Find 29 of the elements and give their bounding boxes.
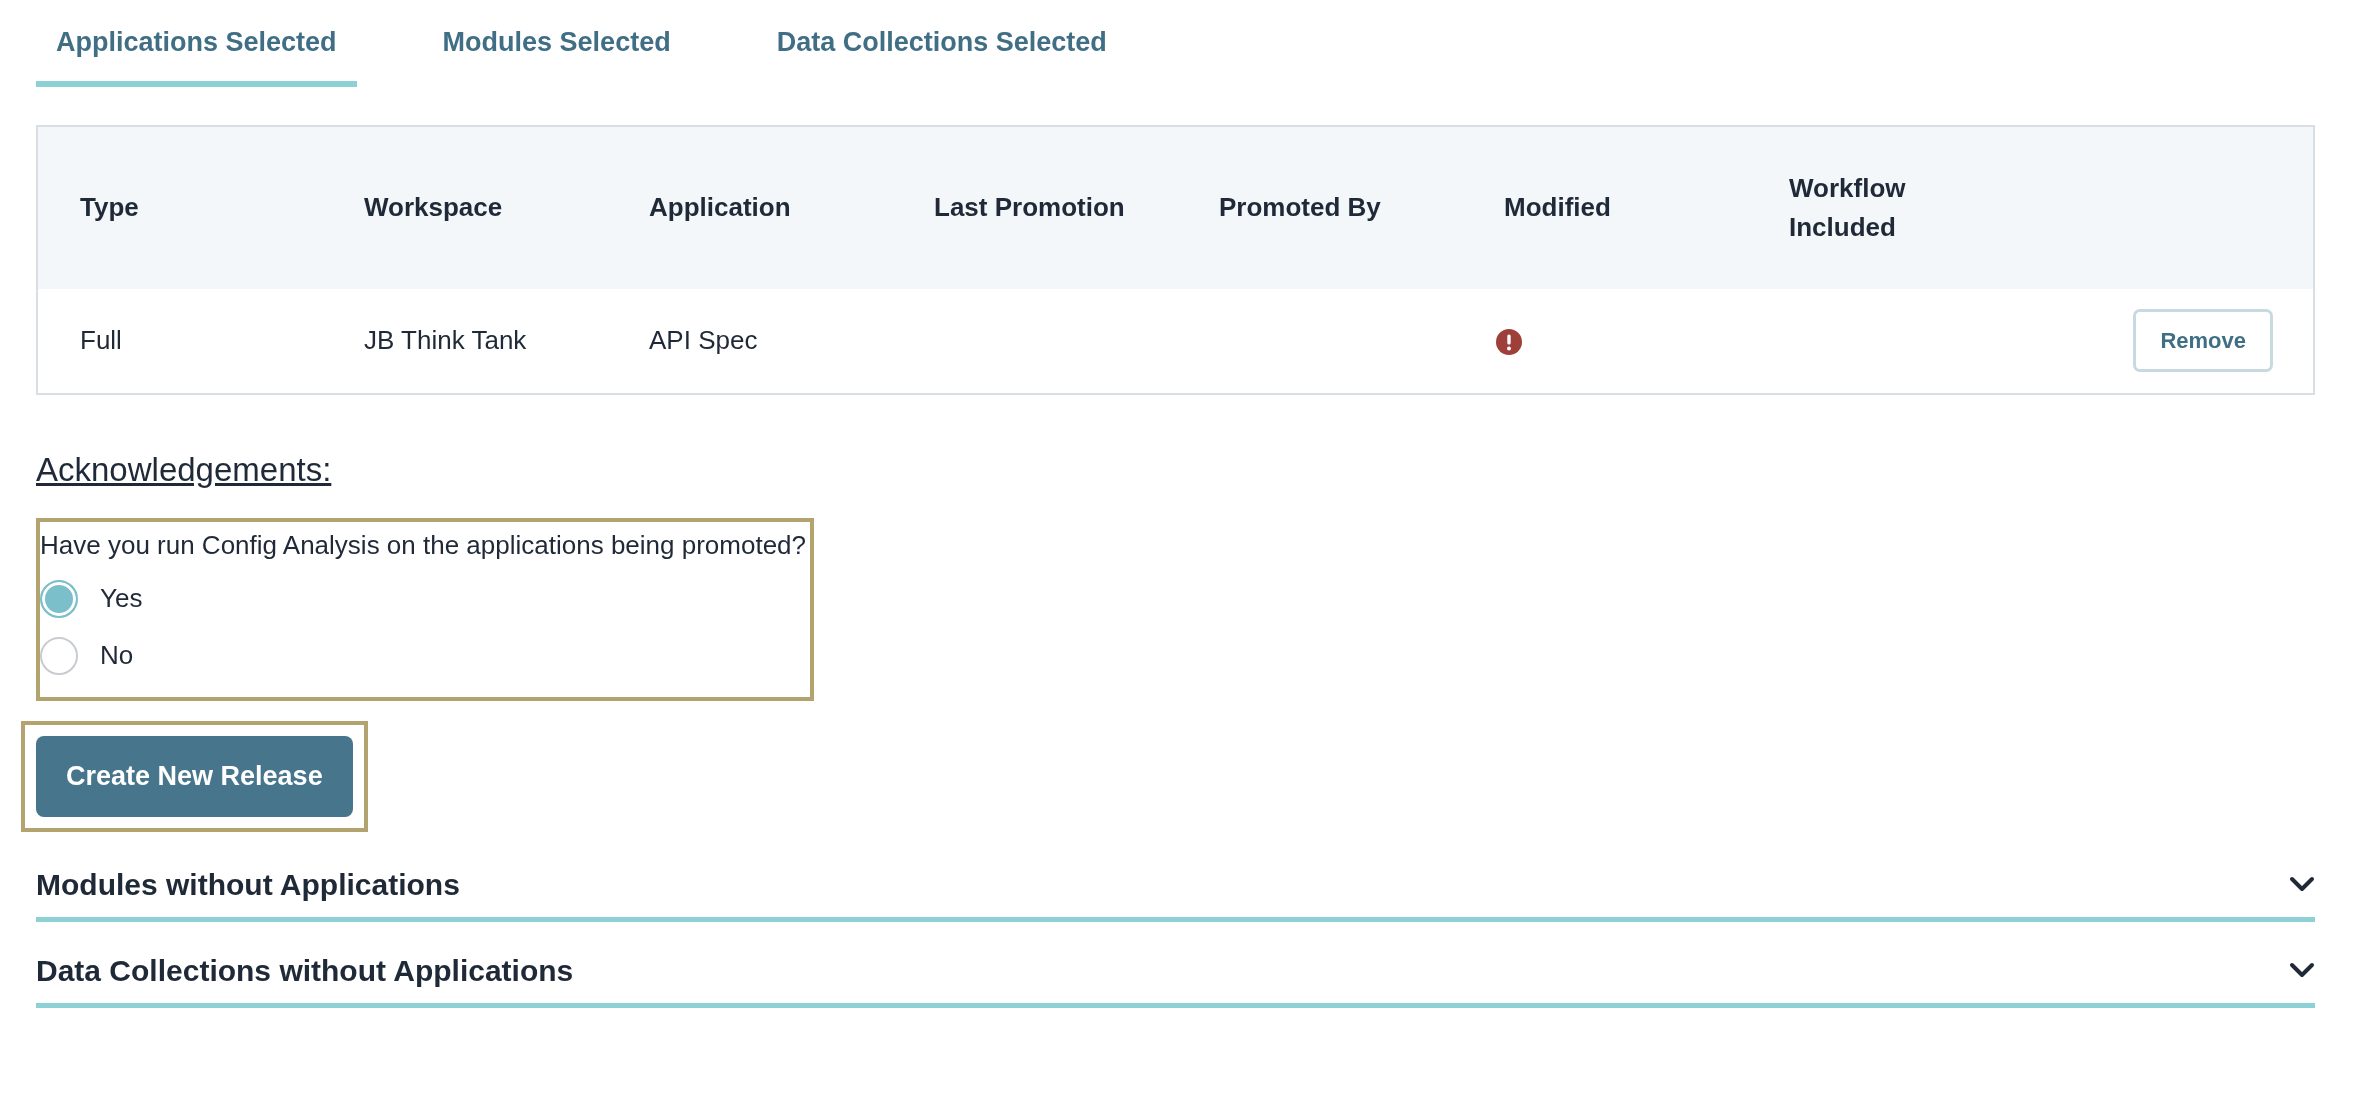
tab[interactable]: Data Collections Selected	[756, 0, 1127, 87]
column-header: Modified	[1504, 191, 1611, 224]
tab[interactable]: Applications Selected	[36, 0, 357, 87]
section-title: Data Collections without Applications	[36, 952, 574, 989]
table-cell: API Spec	[649, 325, 758, 355]
radio-option[interactable]: Yes	[40, 579, 807, 618]
section-title: Modules without Applications	[36, 866, 460, 903]
table-cell: JB Think Tank	[364, 325, 527, 355]
column-header: Last Promotion	[934, 191, 1125, 224]
column-header: Promoted By	[1219, 191, 1381, 224]
radio-button[interactable]	[40, 579, 78, 618]
radio-option[interactable]: No	[40, 636, 807, 675]
remove-button[interactable]: Remove	[2133, 309, 2273, 372]
option-label: No	[100, 639, 134, 672]
column-header: Workflow Included	[1789, 171, 1907, 244]
accordion-header[interactable]: Modules without Applications	[36, 851, 2315, 922]
create-release-button[interactable]: Create New Release	[36, 736, 353, 817]
chevron-down-icon	[2289, 876, 2315, 892]
question-text: Have you run Config Analysis on the applications being promoted?	[40, 529, 807, 562]
section-heading: Acknowledgements:	[36, 449, 332, 490]
accordion-header[interactable]: Data Collections without Applications	[36, 937, 2315, 1008]
column-header: Workspace	[364, 191, 503, 224]
tab[interactable]: Modules Selected	[422, 0, 691, 87]
radio-button[interactable]	[40, 636, 78, 675]
option-label: Yes	[100, 582, 143, 615]
table-cell: Full	[80, 325, 122, 355]
column-header: Type	[80, 191, 139, 224]
chevron-down-icon	[2289, 962, 2315, 978]
column-header: Application	[649, 191, 791, 224]
